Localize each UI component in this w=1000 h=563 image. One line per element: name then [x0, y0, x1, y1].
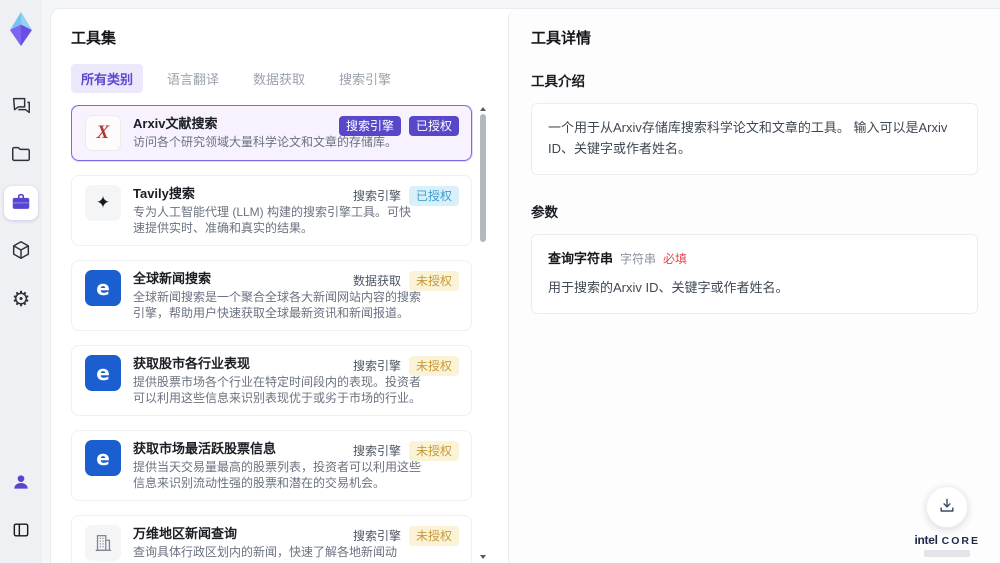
params-heading: 参数	[531, 204, 558, 220]
auth-badge: 未授权	[408, 441, 459, 461]
category-badge: 搜索引擎	[352, 529, 401, 543]
auth-badge: 已授权	[408, 116, 459, 136]
app-logo	[3, 10, 39, 55]
param-type: 字符串	[620, 251, 657, 266]
tool-desc: 查询具体行政区划内的新闻，快速了解各地新闻动	[133, 545, 398, 559]
page-title: 工具集	[71, 30, 117, 47]
tool-card-5[interactable]: 万维地区新闻查询 查询具体行政区划内的新闻，快速了解各地新闻动 搜索引擎 未授权	[71, 515, 472, 563]
auth-badge: 未授权	[408, 526, 459, 546]
tool-desc: 提供股票市场各个行业在特定时间段内的表现。投资者可以利用这些信息来识别表现优于或…	[133, 375, 422, 405]
intro-box: 一个用于从Arxiv存储库搜索科学论文和文章的工具。 输入可以是Arxiv ID…	[531, 103, 978, 175]
user-icon	[11, 472, 31, 495]
building-icon	[95, 535, 112, 551]
main-content: 工具集 所有类别 语言翻译 数据获取 搜索引擎 X Arxiv文献搜索 访问各个…	[50, 8, 1000, 563]
category-badge: 搜索引擎	[338, 116, 401, 136]
category-tab-1[interactable]: 语言翻译	[157, 64, 229, 93]
scrollbar-thumb[interactable]	[480, 114, 486, 242]
tool-desc: 提供当天交易量最高的股票列表，投资者可以利用这些信息来识别流动性强的股票和潜在的…	[133, 460, 422, 490]
param-name: 查询字符串	[548, 250, 614, 266]
tool-desc: 全球新闻搜索是一个聚合全球各大新闻网站内容的搜索引擎，帮助用户快速获取全球最新资…	[133, 290, 422, 320]
category-tab-3[interactable]: 搜索引擎	[329, 64, 401, 93]
tool-card-2[interactable]: e 全球新闻搜索 全球新闻搜索是一个聚合全球各大新闻网站内容的搜索引擎，帮助用户…	[71, 260, 472, 331]
download-button[interactable]	[926, 486, 969, 528]
category-tabs: 所有类别 语言翻译 数据获取 搜索引擎	[71, 64, 488, 93]
scroll-down-arrow[interactable]	[480, 555, 486, 559]
detail-panel: 工具详情 工具介绍 一个用于从Arxiv存储库搜索科学论文和文章的工具。 输入可…	[508, 9, 1000, 563]
sidebar-item-files[interactable]	[4, 138, 38, 172]
sidebar-rail: ⚙	[0, 0, 42, 563]
category-tab-0[interactable]: 所有类别	[71, 64, 144, 93]
param-required-badge: 必填	[663, 251, 688, 266]
news-aggregator-icon: e	[96, 276, 110, 300]
briefcase-icon	[10, 191, 32, 216]
folder-icon	[10, 143, 32, 168]
category-badge: 搜索引擎	[352, 359, 401, 373]
tools-panel: 工具集 所有类别 语言翻译 数据获取 搜索引擎 X Arxiv文献搜索 访问各个…	[51, 9, 508, 563]
category-badge: 搜索引擎	[352, 444, 401, 458]
sidebar-item-packages[interactable]	[4, 234, 38, 268]
detail-title: 工具详情	[531, 30, 592, 47]
tool-desc: 专为人工智能代理 (LLM) 构建的搜索引擎工具。可快速提供实时、准确和真实的结…	[133, 205, 412, 235]
tool-card-4[interactable]: e 获取市场最活跃股票信息 提供当天交易量最高的股票列表，投资者可以利用这些信息…	[71, 430, 472, 501]
intel-brand-bar	[924, 550, 971, 557]
sidebar-item-tools[interactable]	[4, 186, 38, 220]
sidebar-item-settings[interactable]: ⚙	[4, 282, 38, 316]
category-badge: 搜索引擎	[352, 189, 401, 203]
intel-core-logo: intel CORE	[914, 533, 980, 547]
tool-card-3[interactable]: e 获取股市各行业表现 提供股票市场各个行业在特定时间段内的表现。投资者可以利用…	[71, 345, 472, 416]
news-aggregator-icon: e	[96, 361, 110, 385]
sidebar-item-account[interactable]	[4, 466, 38, 500]
gear-icon: ⚙	[11, 287, 31, 311]
list-scrollbar[interactable]	[478, 105, 488, 563]
corner-widgets: intel CORE	[914, 486, 980, 557]
panel-toggle-icon	[11, 520, 31, 543]
auth-badge: 已授权	[408, 186, 459, 206]
app-root: ⚙ 工具集 所有类别 语言翻译 数据获取 搜索引擎 X Arxiv文献搜索 访问…	[0, 0, 1000, 563]
package-icon	[10, 239, 32, 264]
arxiv-icon: X	[96, 122, 110, 143]
chat-icon	[10, 95, 32, 120]
sidebar-item-chat[interactable]	[4, 90, 38, 124]
auth-badge: 未授权	[408, 356, 459, 376]
category-tab-2[interactable]: 数据获取	[243, 64, 315, 93]
param-box: 查询字符串 字符串 必填 用于搜索的Arxiv ID、关键字或作者姓名。	[531, 233, 978, 315]
tool-card-1[interactable]: ✦ Tavily搜索 专为人工智能代理 (LLM) 构建的搜索引擎工具。可快速提…	[71, 175, 472, 246]
param-desc: 用于搜索的Arxiv ID、关键字或作者姓名。	[548, 280, 789, 296]
tavily-sparkle-icon: ✦	[95, 193, 111, 212]
tool-card-0[interactable]: X Arxiv文献搜索 访问各个研究领域大量科学论文和文章的存储库。 搜索引擎 …	[71, 105, 472, 161]
intro-heading: 工具介绍	[531, 74, 585, 89]
sidebar-item-panel-toggle[interactable]	[4, 514, 38, 548]
tool-desc: 访问各个研究领域大量科学论文和文章的存储库。	[133, 135, 398, 149]
tool-list: X Arxiv文献搜索 访问各个研究领域大量科学论文和文章的存储库。 搜索引擎 …	[71, 105, 488, 563]
download-icon	[937, 496, 957, 519]
news-aggregator-icon: e	[96, 446, 110, 470]
scroll-up-arrow[interactable]	[480, 107, 486, 111]
auth-badge: 未授权	[408, 271, 459, 291]
category-badge: 数据获取	[352, 274, 401, 288]
